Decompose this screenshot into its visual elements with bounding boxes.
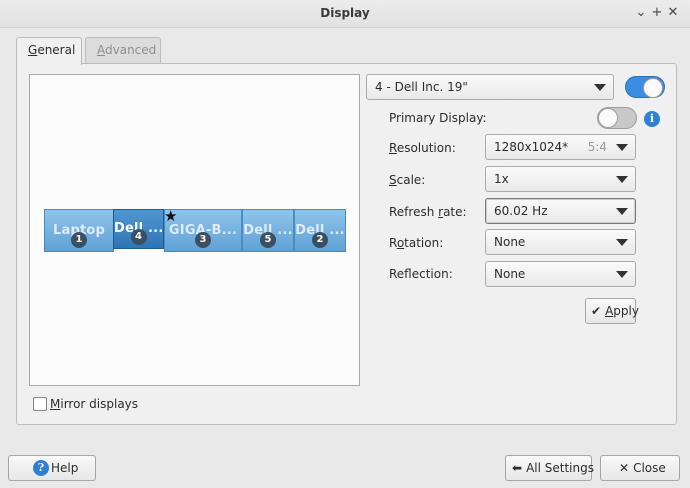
primary-display-toggle[interactable]	[597, 107, 637, 129]
back-arrow-icon: ⬅	[512, 461, 523, 475]
aspect-ratio: 5:4	[587, 140, 607, 154]
primary-star-icon: ★	[164, 207, 178, 225]
scale-select[interactable]: 1x	[485, 166, 636, 192]
mirror-displays-checkbox[interactable]	[33, 397, 47, 411]
scale-label: Scale:	[389, 173, 426, 187]
rotation-select[interactable]: None	[485, 229, 636, 255]
chevron-down-icon	[594, 84, 606, 91]
chevron-down-icon	[616, 208, 628, 215]
reflection-select[interactable]: None	[485, 261, 636, 287]
tab-advanced[interactable]: Advanced	[85, 37, 161, 64]
monitor-dell-4[interactable]: Dell ... 4	[113, 209, 164, 249]
checkmark-icon: ✔	[591, 304, 602, 318]
display-enabled-toggle[interactable]	[625, 76, 665, 98]
display-select[interactable]: 4 - Dell Inc. 19"	[366, 74, 614, 100]
help-icon: ?	[33, 460, 49, 476]
close-window-icon[interactable]: ✕	[664, 4, 682, 22]
chevron-down-icon	[616, 239, 628, 246]
monitor-dell-2[interactable]: Dell ... 2	[294, 209, 346, 252]
chevron-down-icon	[616, 144, 628, 151]
close-icon: ✕	[619, 461, 630, 475]
monitor-number-badge: 1	[71, 232, 87, 248]
reflection-label: Reflection:	[389, 267, 453, 281]
chevron-down-icon	[616, 176, 628, 183]
monitor-laptop[interactable]: Laptop 1	[44, 209, 114, 252]
monitor-number-badge: 4	[130, 229, 147, 245]
monitor-dell-5[interactable]: Dell ... 5	[242, 209, 294, 252]
mirror-displays-label[interactable]: Mirror displays	[50, 397, 138, 411]
apply-button[interactable]: ✔ Apply	[585, 298, 639, 324]
resolution-select[interactable]: 1280x1024* 5:4	[485, 134, 636, 160]
help-button[interactable]: ? Help	[8, 455, 96, 481]
toggle-knob	[643, 78, 663, 98]
resolution-label: Resolution:	[389, 141, 456, 155]
refresh-rate-select[interactable]: 60.02 Hz	[485, 198, 636, 224]
chevron-down-icon	[616, 271, 628, 278]
monitor-number-badge: 5	[260, 232, 276, 248]
window-title: Display	[320, 6, 370, 20]
info-icon[interactable]: i	[644, 111, 660, 127]
monitor-layout-canvas[interactable]: Laptop 1 Dell ... 4 GIGA-B... 3 Dell ...…	[29, 74, 360, 386]
tab-general[interactable]: General	[16, 37, 82, 65]
rotation-label: Rotation:	[389, 236, 444, 250]
monitor-number-badge: 2	[312, 232, 328, 248]
refresh-rate-label: Refresh rate:	[389, 205, 467, 219]
monitor-number-badge: 3	[195, 232, 211, 248]
primary-display-label: Primary Display:	[389, 111, 487, 125]
toggle-knob	[598, 108, 618, 128]
title-bar: Display ⌄ + ✕	[0, 0, 690, 28]
all-settings-button[interactable]: ⬅ All Settings	[505, 455, 594, 481]
close-button[interactable]: ✕ Close	[600, 455, 680, 481]
